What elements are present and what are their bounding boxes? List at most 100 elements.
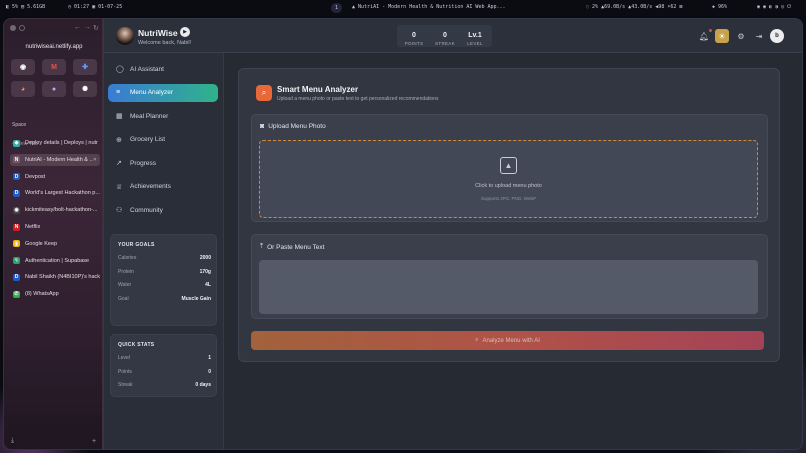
nav-item[interactable]: ♕ Achievements — [108, 178, 218, 196]
colorful-icon[interactable]: ◕ — [11, 81, 35, 97]
devpost-icon: D — [13, 273, 20, 281]
stat-row-value: 1 — [208, 355, 211, 361]
points-label: POINTS — [404, 41, 424, 46]
browser-tab[interactable]: D Nabil Shaikh (N4BI10P)'s hack... — [10, 271, 100, 283]
nav-item[interactable]: ◯ AI Assistant — [108, 60, 218, 78]
browser-tab-label: World's Largest Hackathon p... — [25, 190, 100, 197]
volume: 98 — [658, 4, 665, 10]
stat-row-value: 170g — [199, 268, 211, 275]
keep-icon: ▮ — [13, 240, 20, 248]
plus-icon[interactable]: ✚ — [73, 59, 97, 75]
streak-stat: 0 STREAK — [430, 32, 460, 46]
browser-tab-label: NutriAI - Modern Health & ... — [25, 156, 93, 163]
supabase-icon: ϟ — [13, 257, 20, 265]
back-arrow-icon[interactable]: ← — [74, 24, 81, 31]
nav-item[interactable]: ⊕ Grocery List — [108, 131, 218, 149]
close-window-icon[interactable] — [10, 25, 16, 31]
menu-text-input[interactable] — [259, 260, 758, 314]
level-label: LEVEL — [467, 41, 483, 46]
system-stats: ◌ 2% ▲69.0B/s ▲43.0B/s ◀98 ☀62 ⊠ — [586, 4, 683, 10]
close-tab-icon[interactable]: ✕ — [93, 157, 97, 163]
level-value: Lv.1 — [468, 32, 482, 39]
points-stat: 0 POINTS — [399, 32, 429, 46]
net-down: 69.0B/s — [604, 4, 626, 10]
app-window: NutriWise ▶ Welcome back, Nabil! 0 POINTS… — [103, 18, 803, 450]
logout-icon[interactable]: ⇥ — [752, 29, 766, 43]
avatar[interactable] — [116, 27, 134, 45]
browser-tab[interactable]: ▮ Google Keep — [10, 238, 100, 250]
chatgpt-icon[interactable]: ✺ — [73, 81, 97, 97]
nav-item-label: Menu Analyzer — [130, 89, 173, 96]
stat-row-value: 2000 — [199, 255, 211, 261]
stat-row-label: Points — [118, 368, 132, 375]
browser-tab[interactable]: ϟ Authentication | Supabase — [10, 255, 100, 267]
cart-icon: ⊕ — [116, 136, 122, 144]
browser-tab[interactable]: D Devpost — [10, 171, 100, 183]
upload-panel: ◙ Upload Menu Photo ▲ Click to upload men… — [251, 114, 768, 222]
memory-value: 5.61GB — [27, 4, 46, 10]
image-icon: ▲ — [500, 157, 517, 174]
browser-sidebar: ← → ↻ nutriwiseai.netlify.app ◉ M ✚ ◕ ● ✺ Spa… — [3, 18, 103, 450]
nav-item[interactable]: ↗ Progress — [108, 154, 218, 172]
gmail-icon[interactable]: M — [42, 59, 66, 75]
browser-tab[interactable]: ◆ Deploy details | Deploys | nutr — [10, 137, 100, 149]
stat-row-value: 4L — [205, 282, 211, 288]
stat-row-label: Level — [118, 355, 130, 361]
devpost-icon: D — [13, 189, 20, 197]
streak-label: STREAK — [435, 41, 455, 46]
paste-header-label: Or Paste Menu Text — [267, 243, 325, 251]
clock-date: 01-07-25 — [98, 4, 123, 10]
sidebar-toggle-icon[interactable] — [19, 25, 25, 31]
devpost-icon: D — [13, 173, 20, 181]
nutriai-icon: N — [13, 156, 20, 164]
nav-item-label: Grocery List — [130, 136, 166, 143]
nav-item-label: AI Assistant — [130, 65, 164, 73]
play-icon[interactable]: ▶ — [180, 27, 190, 37]
nav-item[interactable]: ⚇ Community — [108, 201, 218, 219]
forward-arrow-icon[interactable]: → — [84, 24, 91, 31]
upload-support: Supports JPG, PNG, WebP — [481, 196, 536, 201]
profile-icon[interactable]: b — [770, 29, 784, 43]
browser-tab[interactable]: ◉ kickmiteasy/bolt-hackathon-... — [10, 204, 100, 216]
quick-stats-card: QUICK STATS Level 1 Points 0 Streak 0 days — [110, 334, 217, 397]
tray-icons[interactable]: ◉ ◉ ◐ ◑ ◎ ⏻ — [757, 4, 791, 10]
gear-icon[interactable]: ⚙ — [734, 29, 748, 43]
stat-row-value: 0 days — [195, 382, 211, 388]
url-bar[interactable]: nutriwiseai.netlify.app — [10, 41, 98, 53]
browser-tab[interactable]: N Netflix — [10, 221, 100, 233]
github-icon[interactable]: ◉ — [11, 59, 35, 75]
nav-item[interactable]: ▦ Meal Planner — [108, 107, 218, 125]
stat-row: Water 4L — [118, 282, 211, 288]
paste-panel: ⤒ Or Paste Menu Text — [251, 234, 768, 319]
calendar-icon: ▦ — [116, 113, 123, 120]
stat-row-label: Protein — [118, 268, 134, 275]
browser-tab-label: Devpost — [25, 173, 46, 180]
reload-icon[interactable]: ↻ — [93, 24, 99, 32]
system-bar: ◧ 5% ▤ 5.61GB ◷ 01:27 ▣ 01-07-25 1 ▲ Nut… — [0, 0, 806, 16]
orb-icon[interactable]: ● — [42, 81, 66, 97]
goals-title: YOUR GOALS — [118, 242, 155, 248]
browser-tab[interactable]: N NutriAI - Modern Health & ... ✕ — [10, 153, 100, 166]
whatsapp-icon: ✆ — [13, 290, 20, 298]
notification-dot — [709, 29, 712, 32]
stat-row: Protein 170g — [118, 269, 211, 275]
clock: ◷ 01:27 ▣ 01-07-25 — [68, 4, 123, 10]
trophy-icon: ♕ — [116, 183, 123, 191]
sun-icon[interactable]: ☀ — [715, 29, 729, 43]
nav-item[interactable]: ≡ Menu Analyzer — [108, 83, 218, 102]
photo-dropzone[interactable]: ▲ Click to upload menu photo Supports JP… — [259, 140, 758, 218]
browser-tab[interactable]: ✆ (8) WhatsApp — [10, 288, 100, 300]
upload-icon: ⤒ — [260, 243, 264, 250]
browser-tab[interactable]: D World's Largest Hackathon p... — [10, 187, 100, 199]
streak-value: 0 — [443, 32, 447, 39]
add-space-icon[interactable]: + — [92, 438, 96, 445]
workspace-indicator[interactable]: 1 — [331, 3, 343, 13]
trend-icon: ↗ — [116, 160, 122, 167]
browser-tab-label: Netflix — [25, 224, 41, 230]
analyze-button[interactable]: ⌕ Analyze Menu with AI — [251, 331, 764, 350]
nav-item-label: Achievements — [130, 183, 171, 190]
download-icon[interactable]: ⤓ — [11, 437, 14, 445]
quick-stats-title: QUICK STATS — [118, 342, 155, 348]
stat-row-label: Goal — [118, 295, 129, 302]
browser-tab-label: Deploy details | Deploys | nutr — [25, 140, 98, 146]
